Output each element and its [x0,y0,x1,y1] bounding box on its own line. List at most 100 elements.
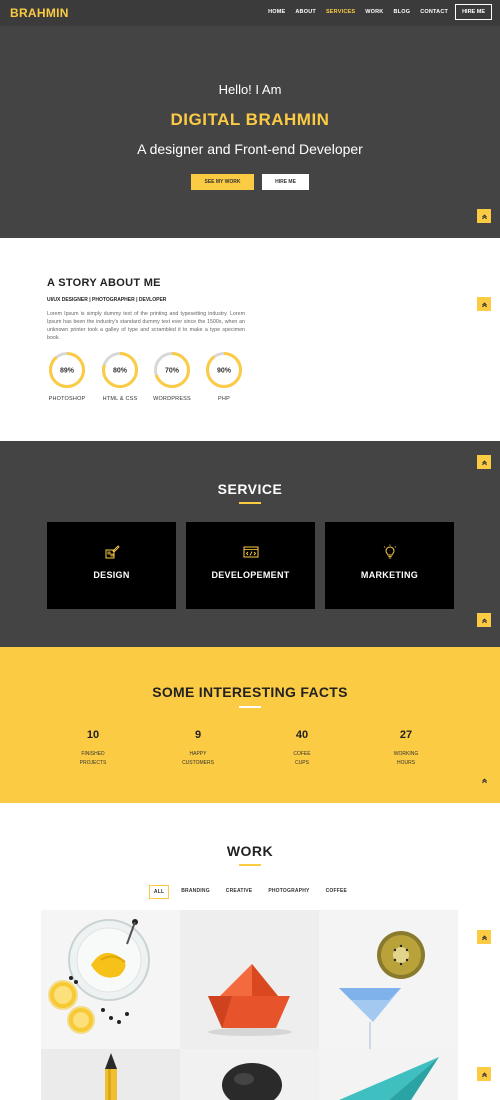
scroll-up-button[interactable] [477,930,491,944]
nav-item-contact[interactable]: CONTACT [415,9,453,15]
about-section: A STORY ABOUT ME UI/UX DESIGNER | PHOTOG… [0,238,500,441]
nav-item-blog[interactable]: BLOG [388,9,415,15]
facts-title: SOME INTERESTING FACTS [152,684,348,700]
service-label: MARKETING [360,570,419,580]
scroll-up-button[interactable] [477,455,491,469]
see-my-work-button[interactable]: SEE MY WORK [191,174,254,190]
skill-wordpress: 70% WORDPRESS [152,350,192,402]
skill-ring: 90% [206,352,242,388]
skill-photoshop: 89% PHOTOSHOP [47,350,87,402]
hero-section: Hello! I Am DIGITAL BRAHMIN A designer a… [0,26,500,238]
nav-item-work[interactable]: WORK [360,9,388,15]
fact-number: 27 [399,729,413,741]
work-title: WORK [226,843,274,859]
nav-item-about[interactable]: ABOUT [290,9,321,15]
title-underline [239,502,261,504]
lemon-glass-image [41,910,180,1049]
hero-greeting: Hello! I Am [218,82,282,97]
fact-hours: 27 WORKING HOURS [366,729,446,766]
chevron-up-icon [481,617,487,623]
hero-name: DIGITAL BRAHMIN [170,110,330,129]
fact-label: PROJECTS [79,760,107,766]
nav-item-services[interactable]: SERVICES [321,9,360,15]
fact-label: CUSTOMERS [182,760,214,766]
title-underline [239,706,261,708]
about-text: Lorem Ipsum is simply dummy text of the … [47,311,245,341]
fact-cups: 40 COFEE CUPS [262,729,342,766]
hero-subtitle: A designer and Front-end Developer [137,141,363,157]
service-card-development[interactable]: DEVELOPEMENT [186,522,315,609]
hero-hire-me-button[interactable]: HIRE ME [262,174,309,190]
chevron-up-icon [481,777,487,783]
service-label: DEVELOPEMENT [211,570,290,580]
work-filters: ALL BRANDING CREATIVE PHOTOGRAPHY COFFEE [0,885,500,899]
service-card-marketing[interactable]: MARKETING [325,522,454,609]
fact-label: HAPPY [189,751,207,757]
scroll-up-button[interactable] [477,1067,491,1081]
filter-all[interactable]: ALL [148,885,170,899]
skill-label: PHP [218,396,230,402]
fact-label: FINISHED [81,751,105,757]
pencil-image [41,1049,180,1100]
skill-php: 90% PHP [204,350,244,402]
chevron-up-icon [481,1071,487,1077]
fact-number: 40 [295,729,309,741]
paper-plane-image [319,1049,458,1100]
code-icon [243,546,258,558]
fact-label: HOURS [396,760,416,766]
fact-label: WORKING [393,751,419,757]
skill-value: 89% [60,368,75,375]
filter-coffee[interactable]: COFFEE [322,885,351,899]
about-role: UI/UX DESIGNER | PHOTOGRAPHER | DEVLOPER [47,297,167,303]
skill-ring: 89% [49,352,85,388]
service-section: SERVICE DESIGN DEVELOPEMENT MARKETING [0,441,500,647]
fact-number: 9 [194,729,202,741]
about-title: A STORY ABOUT ME [47,277,161,289]
design-icon [105,545,120,559]
portfolio-tile-rock[interactable] [180,1049,319,1100]
portfolio-tile-paper-boat[interactable] [180,910,319,1049]
scroll-up-button[interactable] [477,613,491,627]
top-navbar: BRAHMIN HOME ABOUT SERVICES WORK BLOG CO… [0,0,500,26]
skill-value: 70% [165,368,180,375]
service-title: SERVICE [217,481,283,497]
skill-label: PHOTOSHOP [48,396,86,402]
facts-section: SOME INTERESTING FACTS 10 FINISHED PROJE… [0,647,500,803]
fact-customers: 9 HAPPY CUSTOMERS [158,729,238,766]
rock-image [180,1049,319,1100]
kiwi-glass-image [319,910,458,1049]
chevron-up-icon [481,934,487,940]
fact-number: 10 [86,729,100,741]
paper-boat-image [180,910,319,1049]
fact-label: COFEE [293,751,311,757]
fact-label: CUPS [295,760,309,766]
scroll-up-button[interactable] [477,773,491,787]
skill-label: HTML & CSS [102,396,138,402]
portfolio-tile-paper-plane[interactable] [319,1049,458,1100]
skill-html-css: 80% HTML & CSS [100,350,140,402]
scroll-up-button[interactable] [477,297,491,311]
filter-photography[interactable]: PHOTOGRAPHY [264,885,313,899]
skill-value: 80% [113,368,128,375]
nav-hire-me-button[interactable]: HIRE ME [455,4,492,20]
chevron-up-icon [481,213,487,219]
nav-item-home[interactable]: HOME [263,9,290,15]
skill-label: WORDPRESS [153,396,191,402]
portfolio-tile-lemon-glass[interactable] [41,910,180,1049]
skill-ring: 70% [154,352,190,388]
scroll-up-button[interactable] [477,209,491,223]
portfolio-tile-pencil[interactable] [41,1049,180,1100]
fact-projects: 10 FINISHED PROJECTS [53,729,133,766]
title-underline [239,864,261,866]
lightbulb-icon [383,544,396,559]
service-label: DESIGN [93,570,130,580]
filter-creative[interactable]: CREATIVE [222,885,257,899]
service-card-design[interactable]: DESIGN [47,522,176,609]
portfolio-tile-kiwi-glass[interactable] [319,910,458,1049]
filter-branding[interactable]: BRANDING [177,885,214,899]
site-logo[interactable]: BRAHMIN [10,6,69,20]
nav-menu: HOME ABOUT SERVICES WORK BLOG CONTACT HI… [263,4,492,20]
work-section: WORK ALL BRANDING CREATIVE PHOTOGRAPHY C… [0,803,500,1100]
chevron-up-icon [481,301,487,307]
chevron-up-icon [481,459,487,465]
